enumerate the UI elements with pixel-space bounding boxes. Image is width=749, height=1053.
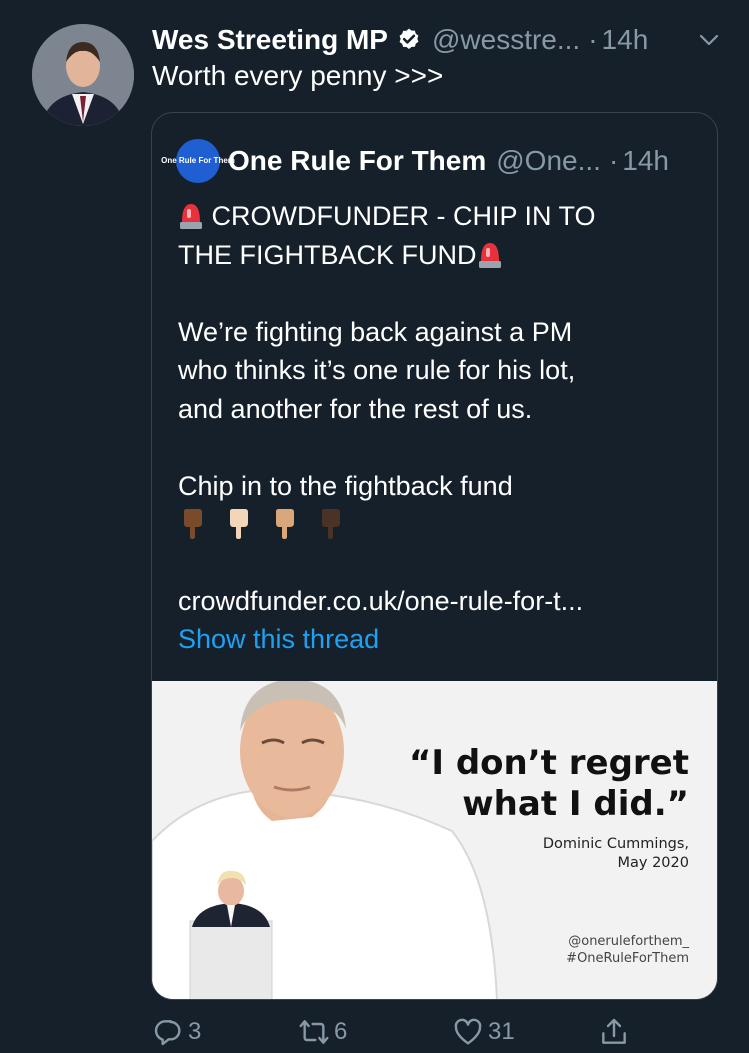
headline-line-2: THE FIGHTBACK FUND: [178, 236, 698, 275]
author-avatar[interactable]: [32, 24, 134, 126]
separator-dot: ·: [588, 24, 598, 55]
body-line-3: and another for the rest of us.: [178, 393, 533, 424]
quoted-tweet-time[interactable]: 14h: [622, 145, 669, 177]
author-handle[interactable]: @wesstre...: [432, 24, 580, 56]
quoted-author-handle[interactable]: @One...: [496, 145, 601, 177]
reply-icon: [154, 1020, 181, 1046]
media-quote-line-2: what I did.”: [462, 784, 689, 824]
chevron-down-icon[interactable]: [697, 28, 721, 52]
pointing-down-emoji-icon: [230, 509, 248, 539]
reply-count: 3: [188, 1018, 202, 1045]
siren-emoji-icon: [180, 204, 202, 229]
author-name[interactable]: Wes Streeting MP: [152, 24, 388, 56]
heart-icon: [454, 1018, 482, 1045]
pointing-down-emoji-icon: [276, 509, 294, 539]
body-line-2: who thinks it’s one rule for his lot,: [178, 355, 576, 385]
media-attribution-line-1: Dominic Cummings,: [542, 836, 689, 852]
verified-badge-icon: [399, 28, 419, 49]
quoted-author-avatar[interactable]: One Rule For Them: [161, 139, 235, 183]
crowdfunder-link[interactable]: crowdfunder.co.uk/one-rule-for-t...: [178, 582, 698, 621]
share-button[interactable]: [598, 1016, 630, 1048]
quoted-author-name[interactable]: One Rule For Them: [228, 145, 486, 177]
tweet-time[interactable]: 14h: [602, 24, 649, 56]
media-quote-line-1: “I don’t regret: [409, 743, 689, 783]
retweet-button[interactable]: 6: [298, 1016, 347, 1048]
quoted-tweet-body: CROWDFUNDER - CHIP IN TO THE FIGHTBACK F…: [178, 197, 698, 659]
media-attribution: Dominic Cummings, May 2020: [543, 835, 689, 873]
tweet-header: Wes Streeting MP @wesstre... · 14h: [152, 20, 729, 60]
tweet-actions: 3 6 31: [152, 1012, 642, 1052]
media-tags: @oneruleforthem_ #OneRuleForThem: [566, 933, 689, 967]
pointing-down-emoji-icon: [322, 509, 340, 539]
body-line-4: Chip in to the fightback fund: [178, 470, 513, 501]
headline-text-2: THE FIGHTBACK FUND: [178, 239, 477, 270]
like-count: 31: [488, 1018, 515, 1045]
show-thread-link[interactable]: Show this thread: [178, 620, 698, 659]
retweet-count: 6: [334, 1018, 348, 1045]
media-quote: “I don’t regret what I did.”: [409, 743, 689, 825]
share-icon: [602, 1018, 626, 1044]
headline-text-1: CROWDFUNDER - CHIP IN TO: [211, 201, 596, 231]
pointing-down-emoji-icon: [184, 509, 202, 539]
reply-button[interactable]: 3: [152, 1016, 201, 1048]
quoted-media-image[interactable]: “I don’t regret what I did.” Dominic Cum…: [152, 681, 717, 999]
media-attribution-line-2: May 2020: [617, 855, 690, 871]
siren-emoji-icon: [478, 242, 501, 268]
media-hashtag: #OneRuleForThem: [566, 951, 689, 966]
separator-dot: ·: [608, 145, 619, 176]
headline-line-1: CROWDFUNDER - CHIP IN TO: [178, 197, 698, 236]
media-handle-tag: @oneruleforthem_: [568, 934, 689, 949]
quoted-tweet[interactable]: One Rule For Them One Rule For Them @One…: [151, 112, 718, 1000]
retweet-icon: [299, 1020, 329, 1044]
like-button[interactable]: 31: [452, 1016, 515, 1048]
body-line-1: We’re fighting back against a PM: [178, 316, 573, 347]
pointing-emojis: [178, 505, 698, 543]
tweet-text: Worth every penny >>>: [152, 60, 444, 91]
quoted-tweet-header: One Rule For Them One Rule For Them @One…: [161, 139, 669, 183]
